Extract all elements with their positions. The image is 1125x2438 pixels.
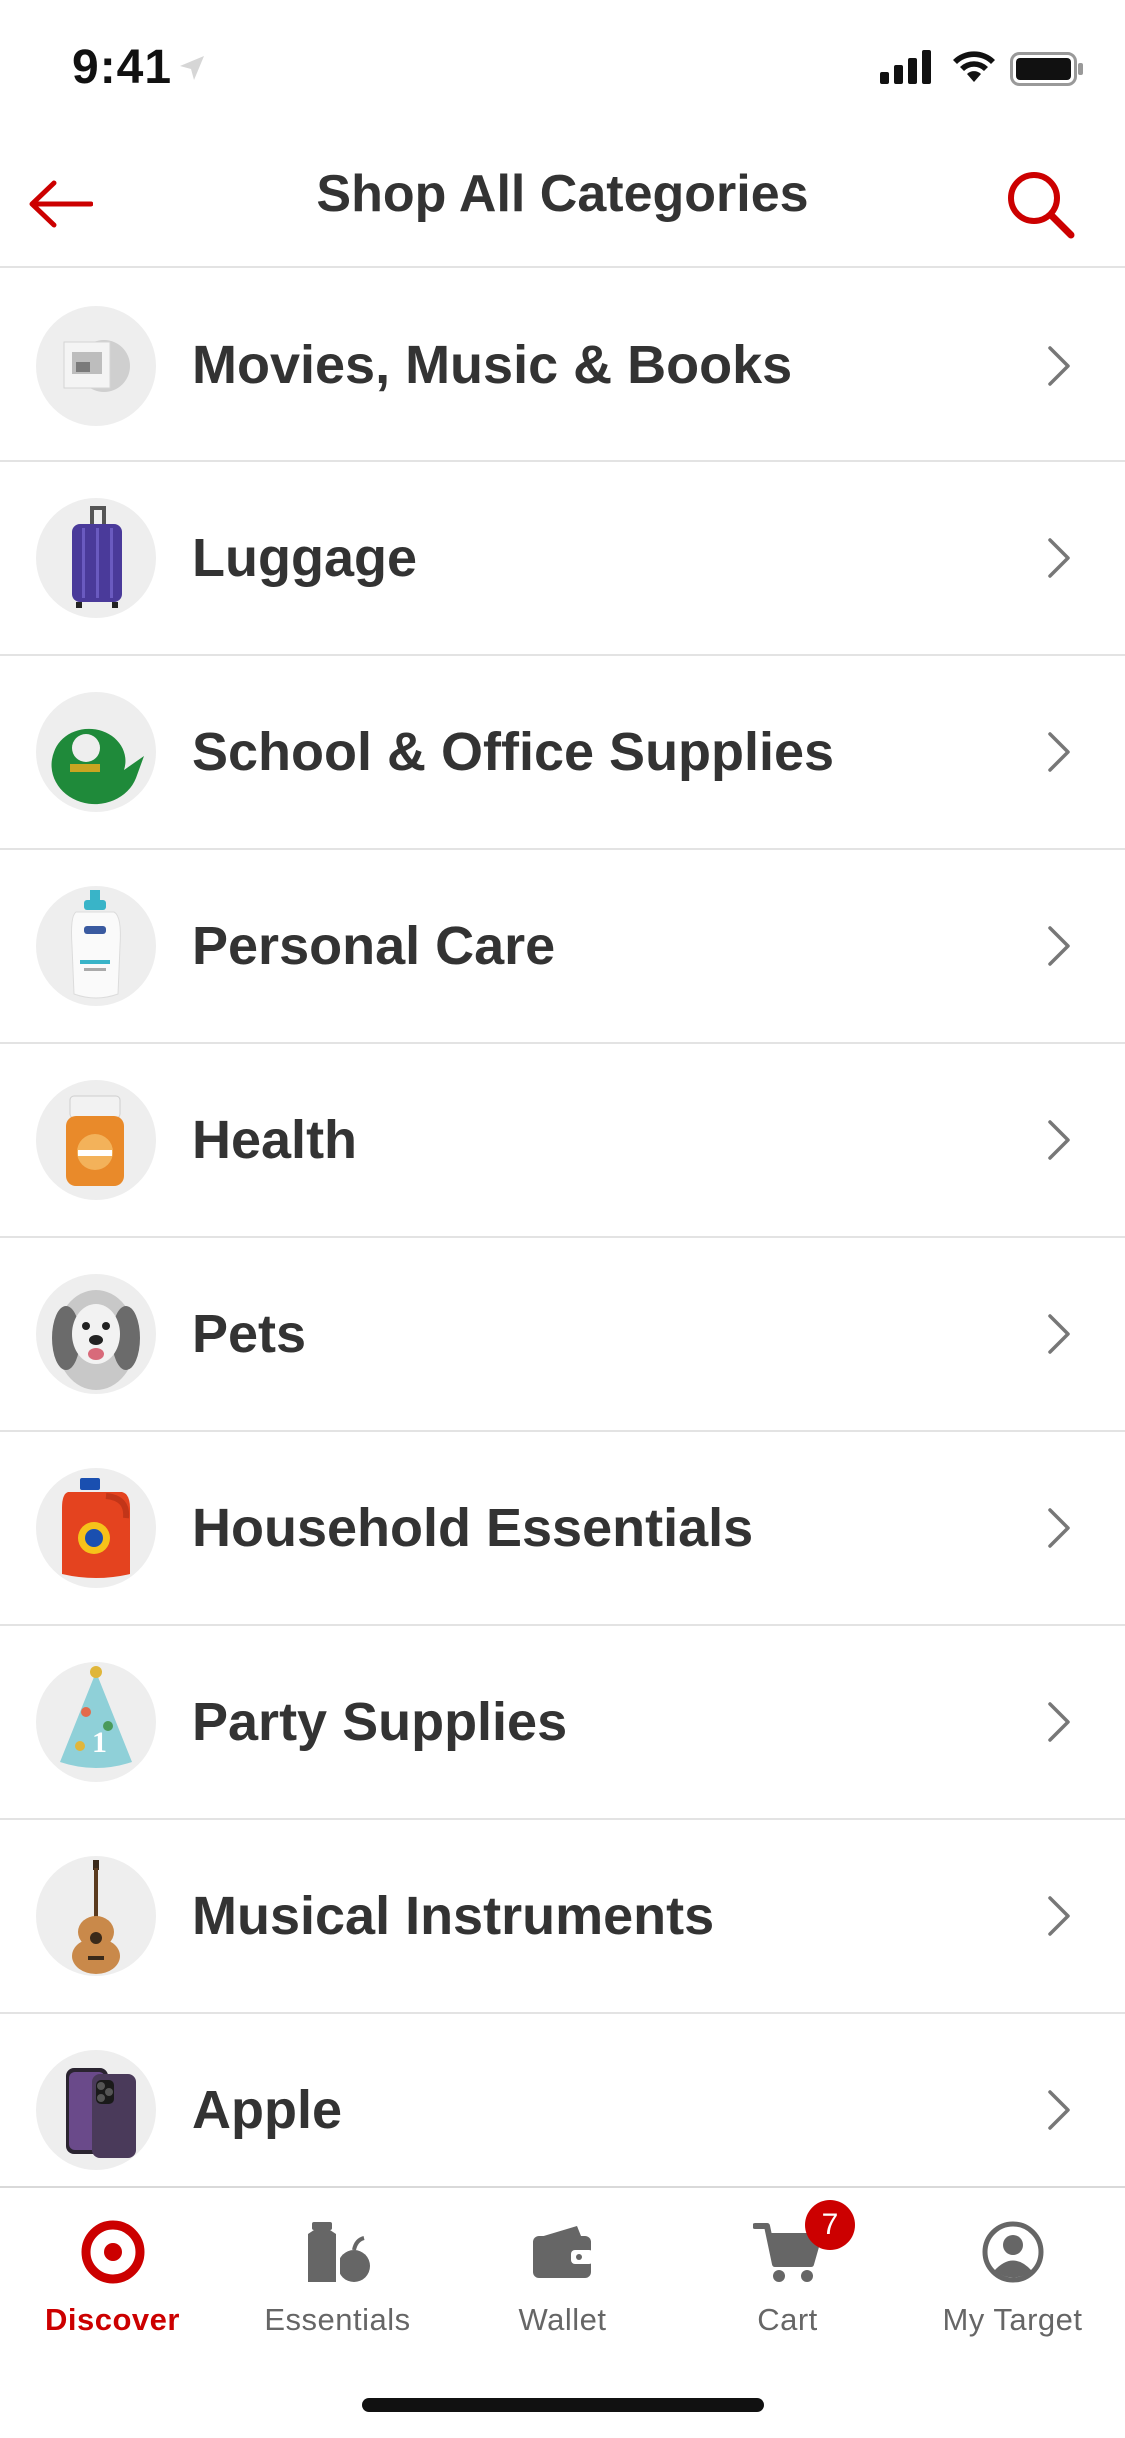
chevron-right-icon — [1048, 346, 1070, 386]
status-bar: 9:41 — [0, 0, 1125, 140]
account-icon — [982, 2221, 1043, 2283]
category-label: Household Essentials — [192, 1498, 754, 1558]
category-item-luggage[interactable]: Luggage — [0, 462, 1125, 656]
category-item-musical-instruments[interactable]: Musical Instruments — [0, 1820, 1125, 2014]
suitcase-thumbnail — [36, 498, 156, 618]
chevron-right-icon — [1048, 926, 1070, 966]
nav-header: Shop All Categories — [0, 140, 1125, 268]
chevron-right-icon — [1048, 1120, 1070, 1160]
chevron-right-icon — [1048, 1508, 1070, 1548]
home-indicator — [362, 2398, 764, 2412]
tab-wallet[interactable]: Wallet — [450, 2188, 675, 2368]
wifi-icon — [953, 51, 995, 82]
category-label: Party Supplies — [192, 1692, 568, 1752]
wallet-icon — [532, 2226, 593, 2278]
tab-essentials[interactable]: Essentials — [225, 2188, 450, 2368]
dog-thumbnail — [36, 1274, 156, 1394]
battery-icon — [1010, 52, 1083, 86]
category-item-personal-care[interactable]: Personal Care — [0, 850, 1125, 1044]
tab-label: Essentials — [264, 2302, 411, 2337]
iphone-thumbnail — [36, 2050, 156, 2170]
category-item-pets[interactable]: Pets — [0, 1238, 1125, 1432]
vitamin-jar-thumbnail — [36, 1080, 156, 1200]
detergent-thumbnail — [36, 1468, 156, 1588]
category-item-health[interactable]: Health — [0, 1044, 1125, 1238]
category-label: Luggage — [192, 528, 417, 588]
cellular-signal-icon — [880, 50, 931, 84]
svg-text:1: 1 — [92, 1726, 107, 1759]
category-item-school-office-supplies[interactable]: School & Office Supplies — [0, 656, 1125, 850]
chevron-right-icon — [1048, 2090, 1070, 2130]
tab-label: My Target — [942, 2302, 1083, 2337]
chevron-right-icon — [1048, 1896, 1070, 1936]
category-item-household-essentials[interactable]: Household Essentials — [0, 1432, 1125, 1626]
chevron-right-icon — [1048, 732, 1070, 772]
tab-my-target[interactable]: My Target — [900, 2188, 1125, 2368]
cart-count-badge: 7 — [805, 2200, 855, 2250]
chevron-right-icon — [1048, 1702, 1070, 1742]
tape-dispenser-thumbnail — [36, 692, 156, 812]
category-label: School & Office Supplies — [192, 722, 835, 782]
body-wash-thumbnail — [36, 886, 156, 1006]
category-label: Pets — [192, 1304, 307, 1364]
status-time: 9:41 — [72, 41, 173, 94]
tab-cart[interactable]: 7 Cart — [675, 2188, 900, 2368]
chevron-right-icon — [1048, 1314, 1070, 1354]
location-arrow-icon — [180, 56, 204, 80]
category-item-party-supplies[interactable]: 1 Party Supplies — [0, 1626, 1125, 1820]
category-list: Movies, Music & Books Luggage School & O… — [0, 270, 1125, 2208]
chevron-right-icon — [1048, 538, 1070, 578]
category-label: Musical Instruments — [192, 1886, 715, 1946]
party-hat-thumbnail: 1 — [36, 1662, 156, 1782]
target-logo-icon — [81, 2220, 144, 2284]
category-item-apple[interactable]: Apple — [0, 2014, 1125, 2208]
page-title: Shop All Categories — [316, 165, 809, 223]
tab-label: Wallet — [518, 2302, 607, 2337]
tab-discover[interactable]: Discover — [0, 2188, 225, 2368]
guitar-thumbnail — [36, 1856, 156, 1976]
category-label: Apple — [192, 2080, 343, 2140]
category-label: Personal Care — [192, 916, 556, 976]
tab-label: Cart — [757, 2302, 818, 2337]
tab-label: Discover — [45, 2302, 180, 2337]
essentials-icon — [307, 2222, 370, 2282]
category-label: Movies, Music & Books — [192, 335, 793, 395]
category-item-movies-music-books[interactable]: Movies, Music & Books — [0, 270, 1125, 462]
album-thumbnail — [36, 306, 156, 426]
search-button[interactable] — [998, 162, 1082, 246]
search-icon — [1008, 172, 1075, 239]
category-label: Health — [192, 1110, 358, 1170]
